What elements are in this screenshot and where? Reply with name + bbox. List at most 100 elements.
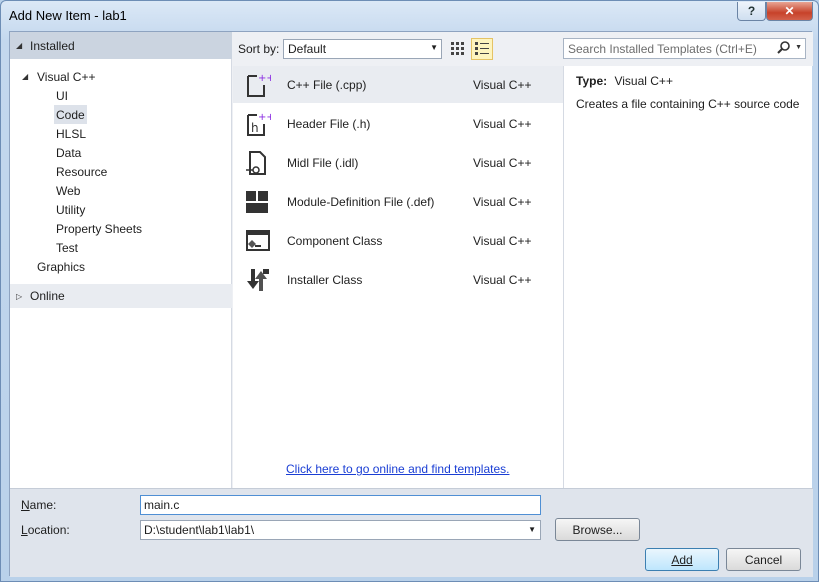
tree-item-resource[interactable]: Resource bbox=[54, 162, 109, 181]
chevron-down-icon[interactable]: ▼ bbox=[528, 525, 536, 534]
tree-item-graphics[interactable]: Graphics bbox=[35, 257, 87, 276]
browse-label: Browse... bbox=[572, 522, 623, 537]
online-header[interactable]: ▷ Online bbox=[10, 284, 232, 308]
search-area: Search Installed Templates (Ctrl+E) ▼ bbox=[563, 32, 813, 66]
name-value: main.c bbox=[144, 498, 180, 512]
tree-item-visual-cpp[interactable]: ◢ Visual C++ bbox=[20, 67, 97, 86]
expand-triangle-icon[interactable]: ◢ bbox=[22, 72, 32, 81]
tree-item-label: HLSL bbox=[56, 126, 87, 141]
installer-class-icon bbox=[247, 269, 269, 291]
tree-item-label: Resource bbox=[56, 164, 108, 179]
svg-text:++: ++ bbox=[258, 112, 271, 123]
name-field[interactable]: main.c bbox=[140, 495, 541, 515]
dialog-body: ◢ Installed ◢ Visual C++ UI Code HLSL Da… bbox=[9, 31, 813, 577]
installed-header[interactable]: ◢ Installed bbox=[10, 32, 232, 59]
tree-item-code[interactable]: Code bbox=[54, 105, 87, 124]
list-view-button[interactable] bbox=[471, 38, 493, 60]
template-row-midl-file[interactable]: Midl File (.idl) Visual C++ bbox=[233, 144, 563, 181]
add-button[interactable]: Add bbox=[645, 548, 719, 571]
cancel-label: Cancel bbox=[744, 552, 783, 567]
help-button[interactable]: ? bbox=[737, 2, 766, 21]
expand-triangle-icon[interactable]: ▷ bbox=[16, 292, 26, 301]
template-language: Visual C++ bbox=[473, 272, 532, 287]
template-list: ++ C++ File (.cpp) Visual C++ h ++ Header… bbox=[233, 66, 563, 488]
location-label: Location: bbox=[21, 523, 70, 537]
search-options-chevron-icon[interactable]: ▼ bbox=[795, 44, 802, 51]
tree-item-web[interactable]: Web bbox=[54, 181, 82, 200]
dialog-title: Add New Item - lab1 bbox=[9, 8, 127, 23]
template-row-module-definition-file[interactable]: Module-Definition File (.def) Visual C++ bbox=[233, 183, 563, 220]
tree-item-label: Utility bbox=[56, 202, 86, 217]
tree-item-label: Web bbox=[56, 183, 81, 198]
installed-label: Installed bbox=[30, 38, 75, 53]
search-icon[interactable] bbox=[777, 41, 791, 55]
midl-file-icon bbox=[246, 151, 266, 175]
type-label: Type: bbox=[576, 74, 608, 88]
location-field[interactable]: D:\student\lab1\lab1\ ▼ bbox=[140, 520, 541, 540]
cpp-file-icon: ++ bbox=[247, 73, 271, 97]
template-language: Visual C++ bbox=[473, 155, 532, 170]
template-name: Midl File (.idl) bbox=[287, 155, 359, 170]
tree-item-label: Test bbox=[56, 240, 79, 255]
online-templates-link[interactable]: Click here to go online and find templat… bbox=[286, 462, 509, 476]
sort-label: Sort by: bbox=[238, 42, 280, 56]
template-language: Visual C++ bbox=[473, 77, 532, 92]
search-placeholder: Search Installed Templates (Ctrl+E) bbox=[568, 42, 757, 56]
collapse-triangle-icon[interactable]: ◢ bbox=[16, 41, 26, 50]
small-icons-view-button[interactable] bbox=[447, 38, 469, 60]
template-details-pane: Type: Visual C++ Creates a file containi… bbox=[563, 66, 812, 488]
template-language: Visual C++ bbox=[473, 116, 532, 131]
tree-item-ui[interactable]: UI bbox=[54, 86, 70, 105]
template-name: C++ File (.cpp) bbox=[287, 77, 367, 92]
sort-toolbar: Sort by: Default ▼ bbox=[233, 32, 563, 66]
tree-item-label: Code bbox=[56, 107, 85, 122]
close-icon: ✕ bbox=[784, 4, 795, 18]
help-icon: ? bbox=[747, 4, 756, 18]
template-language: Visual C++ bbox=[473, 233, 532, 248]
template-description: Creates a file containing C++ source cod… bbox=[576, 97, 800, 111]
item-form: Name: main.c Location: D:\student\lab1\l… bbox=[10, 488, 813, 577]
template-categories-pane: ◢ Installed ◢ Visual C++ UI Code HLSL Da… bbox=[10, 32, 232, 488]
template-row-component-class[interactable]: Component Class Visual C++ bbox=[233, 222, 563, 259]
tree-item-utility[interactable]: Utility bbox=[54, 200, 87, 219]
online-label: Online bbox=[30, 289, 65, 303]
tree-item-label: Visual C++ bbox=[37, 69, 96, 84]
tree-item-label: Graphics bbox=[37, 259, 86, 274]
module-def-icon bbox=[246, 191, 268, 213]
list-view-icon bbox=[475, 42, 489, 55]
template-row-installer-class[interactable]: Installer Class Visual C++ bbox=[233, 261, 563, 298]
component-class-icon bbox=[246, 230, 270, 251]
close-button[interactable]: ✕ bbox=[766, 2, 813, 21]
tree-item-property-sheets[interactable]: Property Sheets bbox=[54, 219, 144, 238]
header-file-icon: h++ bbox=[247, 112, 271, 136]
tree-item-label: Data bbox=[56, 145, 82, 160]
sort-dropdown[interactable]: Default ▼ bbox=[283, 39, 442, 59]
type-value: Visual C++ bbox=[614, 74, 673, 88]
template-language: Visual C++ bbox=[473, 194, 532, 209]
template-type: Type: Visual C++ bbox=[576, 74, 800, 88]
grid-view-icon bbox=[451, 42, 464, 55]
template-name: Component Class bbox=[287, 233, 383, 248]
tree-item-test[interactable]: Test bbox=[54, 238, 80, 257]
tree-item-label: UI bbox=[56, 88, 68, 103]
template-name: Module-Definition File (.def) bbox=[287, 194, 435, 209]
dialog-window: Add New Item - lab1 ? ✕ ◢ Installed ◢ Vi… bbox=[0, 0, 819, 582]
chevron-down-icon: ▼ bbox=[430, 43, 438, 52]
tree-item-hlsl[interactable]: HLSL bbox=[54, 124, 88, 143]
template-row-header-file[interactable]: h ++ Header File (.h) Visual C++ bbox=[233, 105, 563, 142]
name-label: Name: bbox=[21, 498, 57, 512]
svg-text:h: h bbox=[251, 121, 259, 135]
search-input[interactable]: Search Installed Templates (Ctrl+E) ▼ bbox=[563, 38, 806, 59]
template-name: Installer Class bbox=[287, 272, 363, 287]
tree-item-data[interactable]: Data bbox=[54, 143, 83, 162]
cancel-button[interactable]: Cancel bbox=[726, 548, 801, 571]
location-value: D:\student\lab1\lab1\ bbox=[144, 523, 255, 537]
svg-text:++: ++ bbox=[258, 73, 271, 84]
browse-button[interactable]: Browse... bbox=[555, 518, 640, 541]
add-label: Add bbox=[671, 552, 693, 567]
title-bar[interactable]: Add New Item - lab1 ? ✕ bbox=[1, 1, 818, 31]
tree-item-label: Property Sheets bbox=[56, 221, 143, 236]
sort-value: Default bbox=[288, 42, 327, 56]
template-row-cpp-file[interactable]: ++ C++ File (.cpp) Visual C++ bbox=[233, 66, 563, 103]
template-name: Header File (.h) bbox=[287, 116, 371, 131]
